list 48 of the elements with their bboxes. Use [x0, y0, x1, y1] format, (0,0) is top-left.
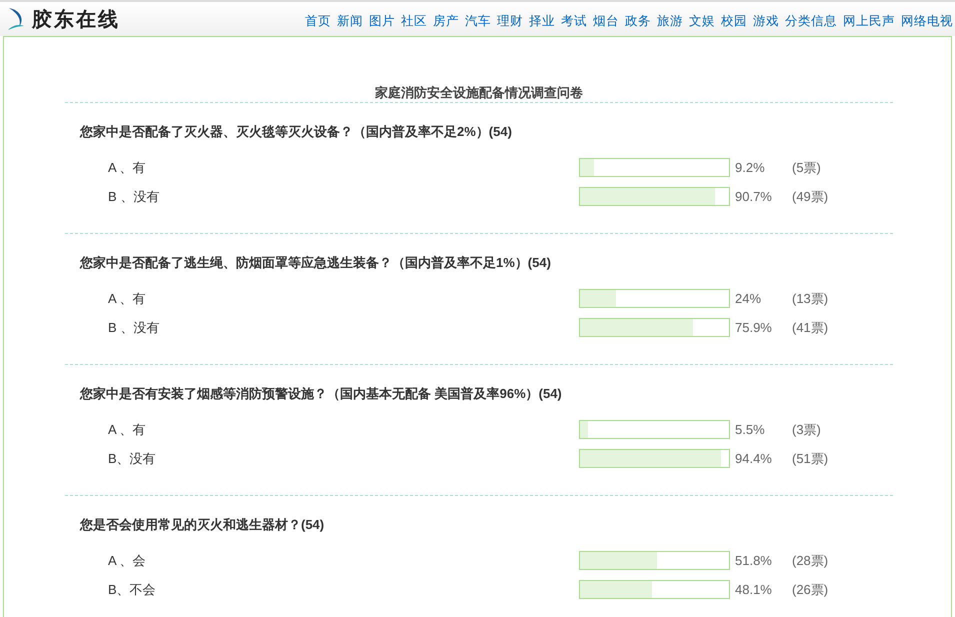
survey-title: 家庭消防安全设施配备情况调查问卷 [374, 84, 584, 102]
vote-count: (28票) [792, 552, 828, 570]
option-label: A 、有 [107, 290, 147, 308]
nav-link[interactable]: 烟台 [593, 12, 619, 30]
nav-link[interactable]: 首页 [305, 12, 331, 30]
vote-count: (41票) [792, 318, 828, 336]
nav-link[interactable]: 游戏 [753, 12, 779, 30]
nav-link[interactable]: 择业 [529, 12, 555, 30]
vote-count: (51票) [792, 450, 828, 468]
percent-text: 90.7% [734, 189, 773, 204]
nav-link[interactable]: 政务 [625, 12, 651, 30]
percent-text: 9.2% [734, 160, 766, 175]
vote-count: (13票) [792, 290, 828, 308]
vote-count: (49票) [792, 188, 828, 206]
question-text: 您是否会使用常见的灭火和逃生器材？(54) [80, 516, 326, 534]
site-logo[interactable]: 胶东在线 [32, 6, 120, 32]
option-label: B 、没有 [107, 318, 160, 336]
question-text: 您家中是否配备了灭火器、灭火毯等灭火设备？（国内普及率不足2%）(54) [80, 123, 513, 141]
vote-count: (26票) [792, 580, 828, 598]
nav-link[interactable]: 网上民声 [843, 12, 895, 30]
question-text: 您家中是否有安装了烟感等消防预警设施？（国内基本无配备 美国普及率96%）(54) [80, 385, 563, 403]
vote-count: (5票) [792, 158, 821, 176]
nav-link[interactable]: 房产 [433, 12, 459, 30]
option-label: A 、会 [107, 552, 147, 570]
nav-link[interactable]: 汽车 [465, 12, 491, 30]
option-label: A 、有 [107, 158, 147, 176]
nav-link[interactable]: 网络电视 [901, 12, 953, 30]
question-text: 您家中是否配备了逃生绳、防烟面罩等应急逃生装备？（国内普及率不足1%）(54) [80, 254, 552, 272]
option-label: B、没有 [107, 450, 157, 468]
percent-text: 51.8% [734, 553, 773, 568]
vote-count: (3票) [792, 420, 821, 438]
nav-link[interactable]: 社区 [401, 12, 427, 30]
percent-text: 75.9% [734, 320, 773, 335]
percent-text: 5.5% [734, 422, 766, 437]
nav-link[interactable]: 旅游 [657, 12, 683, 30]
percent-text: 94.4% [734, 451, 773, 466]
nav-link[interactable]: 图片 [369, 12, 395, 30]
nav-link[interactable]: 理财 [497, 12, 523, 30]
option-label: B 、没有 [107, 188, 160, 206]
nav-link[interactable]: 校园 [721, 12, 747, 30]
nav-link[interactable]: 新闻 [337, 12, 363, 30]
percent-text: 24% [734, 291, 762, 306]
nav-link[interactable]: 文娱 [689, 12, 715, 30]
option-label: A 、有 [107, 420, 147, 438]
nav-link[interactable]: 分类信息 [785, 12, 837, 30]
percent-text: 48.1% [734, 582, 773, 597]
nav-link[interactable]: 考试 [561, 12, 587, 30]
option-label: B、不会 [107, 580, 157, 598]
